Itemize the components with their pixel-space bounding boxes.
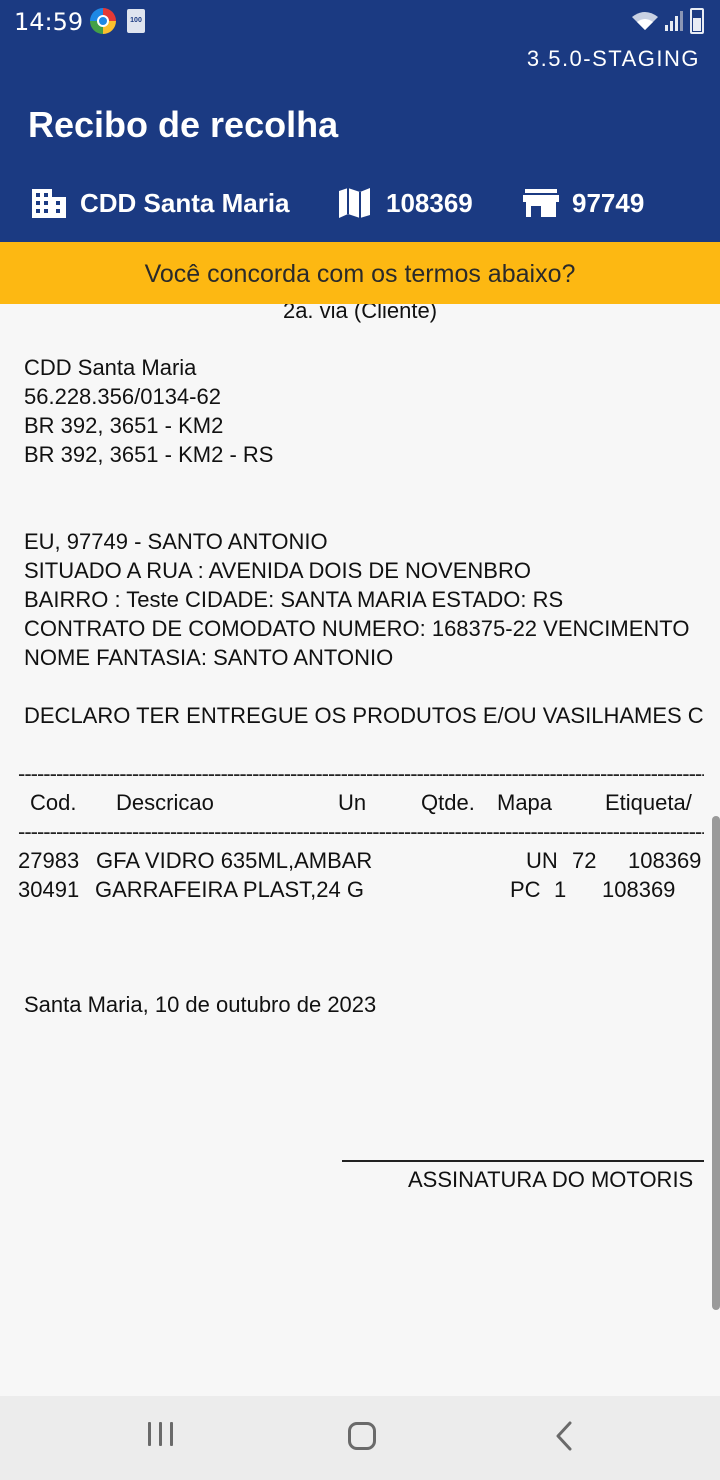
- signature-line: [342, 1160, 704, 1162]
- status-bar: 14:59 100: [0, 0, 720, 44]
- row-qtde: 72: [572, 848, 597, 873]
- signature-label: ASSINATURA DO MOTORIS: [408, 1167, 694, 1192]
- building-icon: [32, 189, 66, 218]
- unit-name: CDD Santa Maria: [80, 187, 290, 218]
- row-mapa: 108369: [628, 848, 702, 873]
- col-header-cod: Cod.: [30, 790, 77, 815]
- client-line: CONTRATO DE COMODATO NUMERO: 168375-22 V…: [24, 616, 690, 641]
- receipt-document[interactable]: 2a. via (Cliente) CDD Santa Maria 56.228…: [0, 304, 720, 1396]
- table-divider: ----------------------------------------…: [18, 822, 704, 842]
- col-header-qtde: Qtde.: [421, 790, 475, 815]
- battery-saver-label: 100: [130, 17, 142, 24]
- row-qtde: 1: [554, 877, 567, 902]
- col-header-mapa: Mapa: [497, 790, 553, 815]
- date-line: Santa Maria, 10 de outubro de 2023: [24, 992, 377, 1017]
- declaration-text: DECLARO TER ENTREGUE OS PRODUTOS E/OU VA…: [24, 703, 704, 728]
- home-button[interactable]: [348, 1422, 376, 1450]
- battery-saver-icon: 100: [127, 9, 145, 33]
- row-cod: 30491: [18, 877, 80, 902]
- client-line: SITUADO A RUA : AVENIDA DOIS DE NOVENBRO: [24, 558, 531, 583]
- recent-apps-icon-bar: [170, 1422, 173, 1446]
- col-header-etiqueta: Etiqueta/: [605, 790, 692, 815]
- app-version: 3.5.0-STAGING: [526, 46, 700, 71]
- company-cnpj: 56.228.356/0134-62: [24, 384, 221, 409]
- wifi-icon: [632, 12, 658, 30]
- company-address-2: BR 392, 3651 - KM2 - RS: [24, 442, 274, 467]
- company-address-1: BR 392, 3651 - KM2: [24, 413, 224, 438]
- store-icon: [523, 189, 559, 217]
- row-desc: GFA VIDRO 635ML,AMBAR: [96, 848, 373, 873]
- recent-apps-icon: [148, 1422, 151, 1446]
- map-icon: [339, 188, 370, 218]
- table-divider: ----------------------------------------…: [18, 764, 704, 784]
- row-un: UN: [526, 848, 558, 873]
- client-line: BAIRRO : Teste CIDADE: SANTA MARIA ESTAD…: [24, 587, 564, 612]
- row-desc: GARRAFEIRA PLAST,24 G: [95, 877, 364, 902]
- recent-apps-button[interactable]: [148, 1422, 176, 1448]
- copy-label: 2a. via (Cliente): [282, 304, 438, 323]
- client-line: NOME FANTASIA: SANTO ANTONIO: [24, 645, 394, 670]
- col-header-desc: Descricao: [116, 790, 214, 815]
- map-info: 108369: [336, 186, 473, 220]
- map-number: 108369: [386, 187, 473, 218]
- system-nav-bar: [0, 1396, 720, 1480]
- status-time: 14:59: [14, 8, 84, 36]
- col-header-un: Un: [338, 790, 367, 815]
- unit-info: CDD Santa Maria: [30, 186, 290, 220]
- row-un: PC: [510, 877, 541, 902]
- client-info: 97749: [522, 186, 644, 220]
- terms-banner: Você concorda com os termos abaixo?: [0, 242, 720, 304]
- recent-apps-icon-bar: [159, 1422, 162, 1446]
- row-mapa: 108369: [602, 877, 676, 902]
- battery-icon: [690, 8, 704, 34]
- app-header: 14:59 100 3.5.0-STAGING Recibo de recolh…: [0, 0, 720, 242]
- company-name: CDD Santa Maria: [24, 355, 197, 380]
- row-cod: 27983: [18, 848, 80, 873]
- client-line: EU, 97749 - SANTO ANTONIO: [24, 529, 328, 554]
- page-title: Recibo de recolha: [28, 104, 339, 145]
- scrollbar[interactable]: [712, 816, 720, 1310]
- back-button[interactable]: [552, 1420, 576, 1452]
- signal-icon: [665, 11, 683, 31]
- chrome-icon: [90, 8, 116, 34]
- client-code: 97749: [572, 187, 645, 218]
